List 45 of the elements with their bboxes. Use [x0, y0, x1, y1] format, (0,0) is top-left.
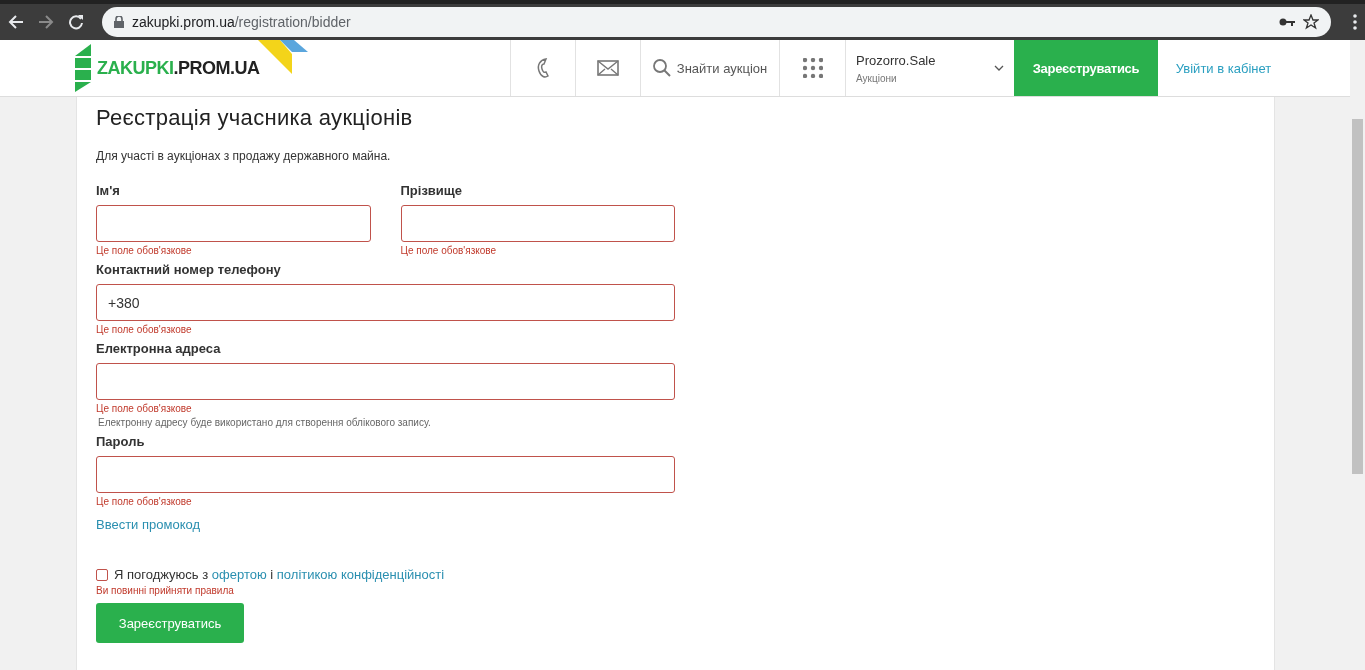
logo-text[interactable]: ZAKUPKI.PROM.UA	[97, 57, 260, 79]
key-icon[interactable]	[1279, 17, 1295, 27]
back-icon[interactable]	[8, 14, 24, 30]
login-link[interactable]: Увійти в кабінет	[1158, 40, 1289, 96]
agreement-text: Я погоджуюсь з офертою і політикою конфіденційності	[114, 567, 445, 582]
url-text: zakupki.prom.ua/registration/bidder	[132, 14, 351, 30]
input-field[interactable]: +380	[96, 284, 675, 321]
agreement-link[interactable]: офертою	[211, 567, 267, 582]
forward-icon[interactable]	[38, 14, 54, 30]
field-label: Пароль	[96, 434, 146, 450]
error-message: Ви повинні прийняти правила	[96, 584, 235, 598]
error-message: Це поле обов'язкове	[96, 402, 192, 416]
input-field[interactable]	[96, 363, 675, 400]
input-field[interactable]	[96, 456, 675, 493]
menu-icon[interactable]	[1353, 14, 1357, 30]
register-button[interactable]: Зареєструватись	[1014, 40, 1158, 96]
promo-code-link[interactable]: Ввести промокод	[96, 517, 201, 532]
error-message: Це поле обов'язкове	[96, 495, 192, 509]
error-message: Це поле обов'язкове	[400, 244, 497, 258]
agreement-link[interactable]: політикою конфіденційності	[276, 567, 445, 582]
star-icon[interactable]	[1303, 14, 1319, 30]
lock-icon	[114, 16, 124, 28]
field-label: Ім'я	[96, 183, 121, 199]
page-subtitle: Для участі в аукціонах з продажу державного майна.	[96, 149, 392, 163]
field-label: Контактний номер телефону	[96, 262, 282, 278]
logo-mark-icon	[75, 44, 93, 92]
input-field[interactable]	[400, 205, 675, 242]
field-label: Прізвище	[400, 183, 464, 199]
reload-icon[interactable]	[68, 14, 84, 30]
mail-icon[interactable]	[597, 60, 619, 76]
error-message: Це поле обов'язкове	[96, 323, 192, 337]
field-label: Електронна адреса	[96, 341, 222, 357]
phone-icon[interactable]	[536, 57, 550, 79]
search-icon	[652, 59, 671, 77]
page-title: Реєстрація учасника аукціонів	[96, 104, 414, 132]
error-message: Це поле обов'язкове	[96, 244, 192, 258]
submit-button[interactable]: Зареєструватись	[96, 603, 244, 643]
platform-subtitle: Аукціони	[856, 72, 898, 84]
field-hint: Електронну адресу буде використано для створення облікового запису.	[98, 416, 431, 430]
address-field[interactable]: zakupki.prom.ua/registration/bidder	[102, 7, 1331, 37]
platform-name: Prozorro.Sale	[856, 52, 936, 68]
input-field[interactable]	[96, 205, 371, 242]
agreement-checkbox[interactable]	[96, 568, 108, 581]
apps-grid-icon[interactable]	[802, 58, 823, 78]
chevron-down-icon	[994, 65, 1004, 71]
